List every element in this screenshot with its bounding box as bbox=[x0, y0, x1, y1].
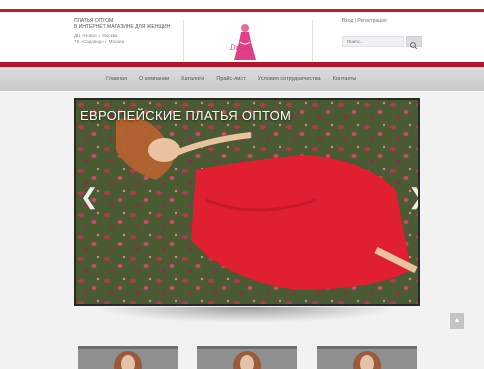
hero-slider[interactable]: ЕВРОПЕЙСКИЕ ПЛАТЬЯ ОПТОМ ❮ ❯ bbox=[74, 98, 420, 306]
product-thumb-2[interactable] bbox=[197, 346, 297, 369]
thumb-face bbox=[360, 355, 374, 369]
arrow-up-icon: ▲ bbox=[453, 317, 461, 324]
thumb-face bbox=[240, 355, 254, 369]
face-shape bbox=[148, 138, 180, 162]
thumb-face bbox=[121, 355, 135, 369]
main-nav: Главная О компании Каталоги Прайс-лист У… bbox=[0, 67, 484, 91]
nav-item-catalogs[interactable]: Каталоги bbox=[181, 76, 204, 82]
slider-shadow bbox=[94, 307, 400, 323]
login-register-link[interactable]: Вход | Регистрация bbox=[342, 18, 387, 24]
logo-text: Dress bbox=[229, 44, 251, 52]
product-thumb-1[interactable] bbox=[78, 346, 178, 369]
nav-items: Главная О компании Каталоги Прайс-лист У… bbox=[106, 67, 368, 91]
slider-prev-icon[interactable]: ❮ bbox=[80, 184, 98, 210]
site-header: ПЛАТЬЯ ОПТОМ В ИНТЕРНЕТ МАГАЗИНЕ ДЛЯ ЖЕН… bbox=[0, 12, 484, 62]
nav-item-price-list[interactable]: Прайс-лист bbox=[216, 76, 245, 82]
scroll-to-top-button[interactable]: ▲ bbox=[450, 313, 464, 329]
nav-item-about[interactable]: О компании bbox=[139, 76, 169, 82]
nav-item-home[interactable]: Главная bbox=[106, 76, 127, 82]
hero-photo bbox=[76, 100, 418, 304]
slide-title: ЕВРОПЕЙСКИЕ ПЛАТЬЯ ОПТОМ bbox=[80, 108, 292, 123]
header-divider-left bbox=[183, 20, 184, 62]
header-address: ДЦ «Нова» г. Москва, ТК «Садовод» г. Мос… bbox=[74, 33, 184, 45]
header-tagline-2: В ИНТЕРНЕТ МАГАЗИНЕ ДЛЯ ЖЕНЩИН bbox=[74, 24, 171, 30]
header-account: Вход | Регистрация bbox=[342, 18, 422, 50]
search-input[interactable] bbox=[342, 36, 404, 47]
search-button[interactable] bbox=[406, 36, 422, 50]
address-line-2: ТК «Садовод» г. Москва bbox=[74, 39, 125, 44]
site-logo[interactable]: Dress bbox=[228, 22, 262, 64]
header-divider-right bbox=[312, 20, 313, 62]
dress-logo-icon: Dress bbox=[229, 24, 256, 60]
search-icon bbox=[410, 42, 418, 50]
nav-item-contacts[interactable]: Контакты bbox=[333, 76, 357, 82]
nav-item-terms[interactable]: Условия сотрудничества bbox=[258, 76, 321, 82]
slider-next-icon[interactable]: ❯ bbox=[408, 184, 418, 210]
product-thumb-3[interactable] bbox=[317, 346, 417, 369]
header-info: ПЛАТЬЯ ОПТОМ В ИНТЕРНЕТ МАГАЗИНЕ ДЛЯ ЖЕН… bbox=[74, 18, 184, 45]
